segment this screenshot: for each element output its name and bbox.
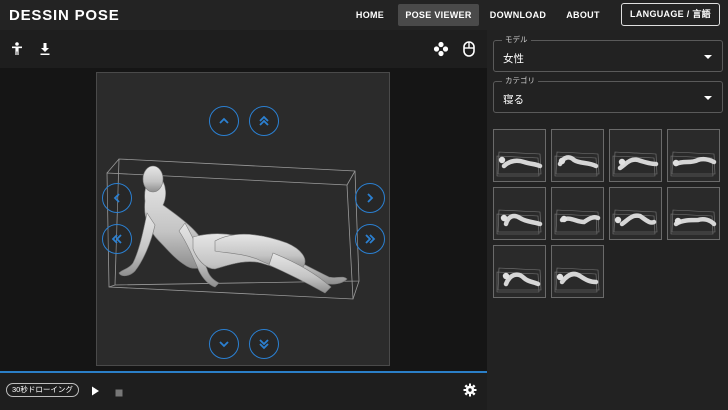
- brand-logo[interactable]: DESSIN POSE: [9, 7, 120, 24]
- move-icon[interactable]: [433, 41, 449, 57]
- 3d-canvas[interactable]: [96, 72, 390, 366]
- pose-thumbnail[interactable]: [551, 187, 604, 240]
- person-icon[interactable]: [9, 41, 25, 57]
- rotate-left-fast-button[interactable]: [102, 224, 132, 254]
- double-chevron-left-icon: [111, 234, 122, 244]
- nav-pose-viewer[interactable]: POSE VIEWER: [398, 4, 479, 26]
- caret-down-icon: [704, 96, 712, 100]
- download-icon[interactable]: [37, 41, 53, 57]
- pose-thumbnail[interactable]: [493, 129, 546, 182]
- timer-chip[interactable]: 30秒ドローイング: [6, 383, 79, 397]
- stop-icon[interactable]: [114, 385, 124, 397]
- pose-preview-image: [612, 151, 659, 177]
- double-chevron-right-icon: [365, 234, 376, 244]
- nav-home[interactable]: HOME: [349, 4, 391, 26]
- pose-preview-image: [670, 151, 717, 177]
- model-select-label: モデル: [502, 35, 531, 45]
- rotate-down-button[interactable]: [209, 329, 239, 359]
- pose-preview-image: [612, 209, 658, 235]
- pose-preview-image: [670, 209, 717, 235]
- caret-down-icon: [704, 55, 712, 59]
- pose-thumbnail[interactable]: [667, 187, 720, 240]
- mouse-icon[interactable]: [461, 41, 477, 57]
- pose-viewer-panel: 30秒ドローイング: [0, 30, 487, 410]
- pose-preview-image: [496, 209, 543, 235]
- pose-preview-image: [554, 267, 600, 293]
- play-icon[interactable]: [89, 384, 101, 396]
- pose-preview-image: [554, 209, 601, 235]
- rotate-up-button[interactable]: [209, 106, 239, 136]
- rotate-up-fast-button[interactable]: [249, 106, 279, 136]
- pose-preview-image: [554, 151, 600, 177]
- category-select[interactable]: カテゴリ 寝る: [493, 76, 723, 113]
- pose-thumbnail[interactable]: [609, 129, 662, 182]
- language-button[interactable]: LANGUAGE / 言語: [621, 3, 720, 26]
- pose-thumbnail[interactable]: [551, 245, 604, 298]
- double-chevron-down-icon: [259, 339, 269, 350]
- model-select-value: 女性: [503, 53, 524, 65]
- chevron-left-icon: [113, 193, 120, 203]
- rotate-right-fast-button[interactable]: [355, 224, 385, 254]
- viewer-bottom-bar: 30秒ドローイング: [0, 373, 487, 410]
- chevron-right-icon: [367, 193, 374, 203]
- chevron-up-icon: [219, 117, 229, 124]
- chevron-down-icon: [219, 341, 229, 348]
- viewer-toolbar: [0, 30, 487, 68]
- pose-preview-image: [496, 151, 543, 177]
- pose-thumbnail[interactable]: [493, 245, 546, 298]
- sidebar: モデル 女性 カテゴリ 寝る: [487, 30, 728, 410]
- nav-about[interactable]: ABOUT: [562, 4, 604, 26]
- pose-thumbnail[interactable]: [551, 129, 604, 182]
- category-select-label: カテゴリ: [502, 76, 538, 86]
- double-chevron-up-icon: [259, 115, 269, 126]
- nav-download[interactable]: DOWNLOAD: [487, 4, 549, 26]
- top-navbar: DESSIN POSE HOME POSE VIEWER DOWNLOAD AB…: [0, 0, 728, 30]
- pose-thumbnail[interactable]: [493, 187, 546, 240]
- rotate-left-button[interactable]: [102, 183, 132, 213]
- pose-preview-image: [496, 267, 542, 293]
- pose-thumbnail[interactable]: [667, 129, 720, 182]
- pose-thumbnail[interactable]: [609, 187, 662, 240]
- rotate-right-button[interactable]: [355, 183, 385, 213]
- model-select[interactable]: モデル 女性: [493, 35, 723, 72]
- model-render: [106, 158, 360, 300]
- category-select-value: 寝る: [503, 94, 524, 106]
- settings-icon[interactable]: [463, 383, 477, 397]
- rotate-down-fast-button[interactable]: [249, 329, 279, 359]
